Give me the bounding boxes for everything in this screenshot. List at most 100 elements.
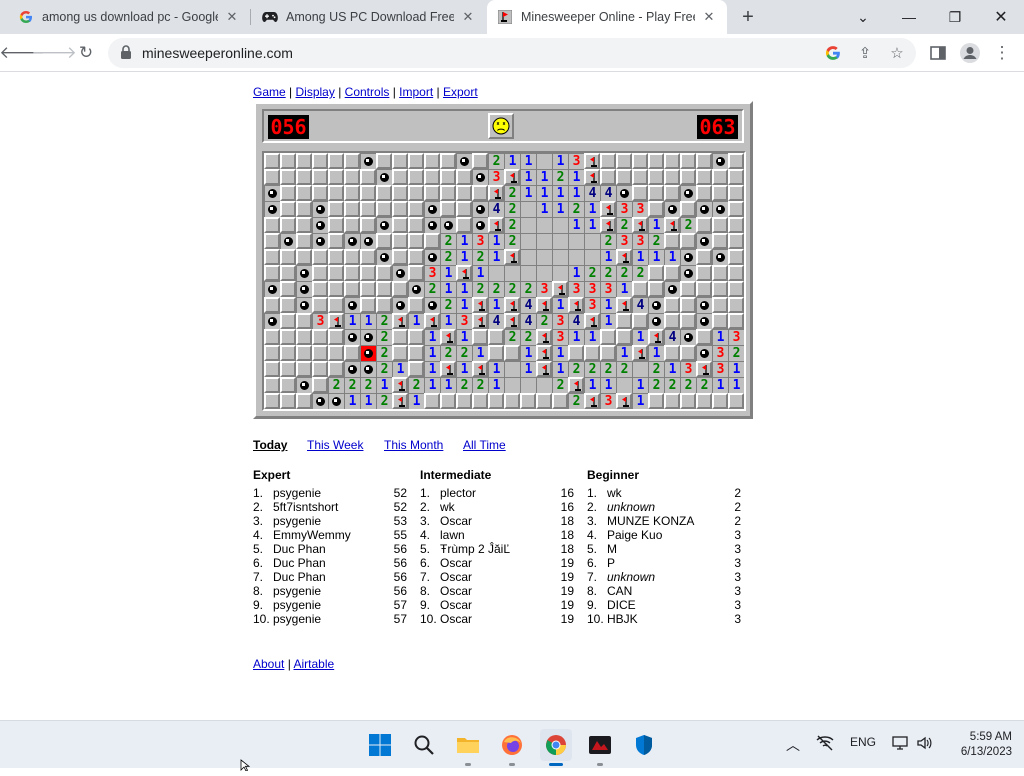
cell-flagged[interactable] [600, 217, 616, 233]
cell-flagged[interactable] [440, 329, 456, 345]
cell-exploded-mine[interactable] [360, 345, 376, 361]
cell-number[interactable]: 1 [728, 377, 744, 393]
minefield[interactable]: 2111331121211114442112133211212213122332… [262, 151, 746, 411]
cell-mine[interactable] [712, 249, 728, 265]
cell-number[interactable]: 2 [504, 233, 520, 249]
cell-number[interactable]: 1 [632, 377, 648, 393]
cell-number[interactable]: 1 [552, 185, 568, 201]
cell-closed[interactable] [456, 169, 472, 185]
cell-number[interactable]: 1 [664, 361, 680, 377]
cell-closed[interactable] [728, 281, 744, 297]
cell-flagged[interactable] [392, 377, 408, 393]
cell-closed[interactable] [264, 153, 280, 169]
cell-mine[interactable] [696, 297, 712, 313]
cell-flagged[interactable] [616, 297, 632, 313]
cell-mine[interactable] [280, 233, 296, 249]
cell-number[interactable]: 2 [504, 329, 520, 345]
smiley-face-button[interactable] [488, 113, 514, 139]
cell-closed[interactable] [392, 201, 408, 217]
cell-flagged[interactable] [472, 361, 488, 377]
cell-mine[interactable] [616, 185, 632, 201]
cell-closed[interactable] [664, 169, 680, 185]
cell-closed[interactable] [648, 185, 664, 201]
cell-open[interactable] [504, 361, 520, 377]
cell-number[interactable]: 2 [488, 153, 504, 169]
cell-number[interactable]: 2 [536, 313, 552, 329]
cell-number[interactable]: 1 [584, 329, 600, 345]
cell-closed[interactable] [456, 217, 472, 233]
cell-mine[interactable] [296, 281, 312, 297]
cell-closed[interactable] [408, 361, 424, 377]
cell-mine[interactable] [712, 201, 728, 217]
cell-closed[interactable] [664, 313, 680, 329]
cell-number[interactable]: 1 [408, 313, 424, 329]
cell-closed[interactable] [392, 329, 408, 345]
cell-flagged[interactable] [504, 169, 520, 185]
file-explorer-icon[interactable] [452, 729, 484, 766]
cell-number[interactable]: 1 [552, 297, 568, 313]
cell-closed[interactable] [408, 201, 424, 217]
cell-mine[interactable] [360, 233, 376, 249]
cell-flagged[interactable] [504, 313, 520, 329]
cell-number[interactable]: 3 [616, 233, 632, 249]
cell-mine[interactable] [264, 313, 280, 329]
cell-closed[interactable] [680, 393, 696, 409]
cell-closed[interactable] [712, 393, 728, 409]
cell-closed[interactable] [280, 169, 296, 185]
cell-flagged[interactable] [536, 345, 552, 361]
cell-closed[interactable] [648, 281, 664, 297]
cell-closed[interactable] [360, 249, 376, 265]
close-icon[interactable]: ✕ [224, 9, 240, 25]
display-monitor-icon[interactable] [892, 735, 910, 754]
cell-closed[interactable] [440, 185, 456, 201]
cell-closed[interactable] [648, 169, 664, 185]
menu-display-link[interactable]: Display [296, 85, 335, 99]
cell-flagged[interactable] [424, 313, 440, 329]
cell-number[interactable]: 2 [568, 361, 584, 377]
cell-closed[interactable] [280, 329, 296, 345]
cell-number[interactable]: 1 [520, 345, 536, 361]
cell-mine[interactable] [296, 265, 312, 281]
cell-number[interactable]: 1 [616, 281, 632, 297]
cell-open[interactable] [504, 377, 520, 393]
cell-closed[interactable] [264, 361, 280, 377]
cell-number[interactable]: 1 [440, 377, 456, 393]
cell-closed[interactable] [712, 185, 728, 201]
side-panel-icon[interactable] [924, 39, 952, 67]
menu-kebab-icon[interactable]: ⋮ [988, 39, 1016, 67]
cell-closed[interactable] [328, 361, 344, 377]
cell-closed[interactable] [728, 297, 744, 313]
cell-closed[interactable] [328, 233, 344, 249]
cell-closed[interactable] [296, 329, 312, 345]
cell-mine[interactable] [312, 393, 328, 409]
cell-number[interactable]: 2 [552, 377, 568, 393]
cell-closed[interactable] [600, 329, 616, 345]
tab-this-week[interactable]: This Week [307, 438, 363, 452]
cell-closed[interactable] [632, 281, 648, 297]
cell-closed[interactable] [312, 265, 328, 281]
cell-number[interactable]: 2 [648, 361, 664, 377]
cell-closed[interactable] [696, 249, 712, 265]
cell-number[interactable]: 1 [488, 297, 504, 313]
cell-number[interactable]: 1 [632, 249, 648, 265]
cell-closed[interactable] [712, 169, 728, 185]
cell-closed[interactable] [344, 153, 360, 169]
cell-closed[interactable] [360, 281, 376, 297]
cell-closed[interactable] [632, 169, 648, 185]
cell-number[interactable]: 3 [728, 329, 744, 345]
cell-closed[interactable] [328, 153, 344, 169]
cell-closed[interactable] [280, 345, 296, 361]
cell-number[interactable]: 2 [408, 377, 424, 393]
cell-number[interactable]: 2 [504, 201, 520, 217]
cell-flagged[interactable] [616, 393, 632, 409]
cell-closed[interactable] [664, 233, 680, 249]
cell-number[interactable]: 1 [712, 329, 728, 345]
cell-mine[interactable] [472, 169, 488, 185]
cell-mine[interactable] [344, 329, 360, 345]
cell-closed[interactable] [728, 201, 744, 217]
about-link[interactable]: About [253, 657, 284, 671]
cell-number[interactable]: 3 [552, 313, 568, 329]
cell-mine[interactable] [680, 249, 696, 265]
cell-closed[interactable] [728, 313, 744, 329]
cell-closed[interactable] [472, 185, 488, 201]
